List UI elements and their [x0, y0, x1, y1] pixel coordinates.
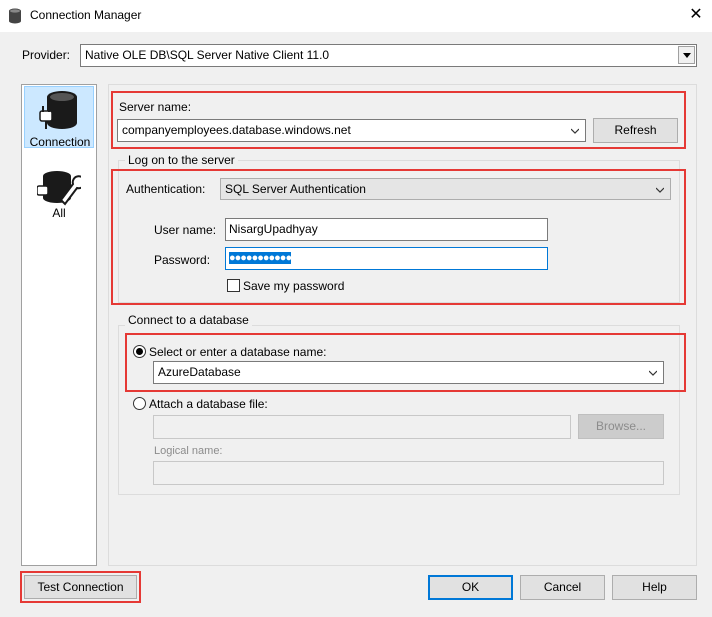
help-button[interactable]: Help: [612, 575, 697, 600]
nav-item-label: Connection: [29, 135, 91, 149]
provider-dropdown[interactable]: Native OLE DB\SQL Server Native Client 1…: [80, 44, 697, 67]
database-group-label: Connect to a database: [125, 313, 252, 327]
nav-item-connection[interactable]: Connection: [24, 86, 94, 149]
database-plug-icon: [39, 91, 77, 129]
select-database-label: Select or enter a database name:: [149, 345, 327, 359]
chevron-down-icon: [649, 370, 657, 376]
nav-item-label: All: [52, 206, 66, 220]
user-name-input[interactable]: NisargUpadhyay: [225, 218, 548, 241]
test-connection-button[interactable]: Test Connection: [24, 575, 137, 599]
database-icon: [9, 8, 21, 24]
user-name-label: User name:: [154, 223, 217, 237]
window-title: Connection Manager: [30, 8, 142, 22]
select-database-radio[interactable]: [133, 345, 146, 358]
browse-button[interactable]: Browse...: [578, 414, 664, 439]
attach-file-input[interactable]: [153, 415, 571, 439]
authentication-value: SQL Server Authentication: [225, 182, 366, 196]
database-name-value: AzureDatabase: [158, 365, 241, 379]
server-name-value: companyemployees.database.windows.net: [122, 123, 351, 137]
save-password-checkbox[interactable]: [227, 279, 240, 292]
nav-item-all[interactable]: All: [24, 170, 94, 222]
provider-value: Native OLE DB\SQL Server Native Client 1…: [85, 48, 330, 62]
password-label: Password:: [154, 253, 211, 267]
chevron-down-icon: [571, 128, 579, 134]
server-name-label: Server name:: [119, 100, 192, 114]
chevron-down-icon: [656, 187, 664, 193]
cancel-button[interactable]: Cancel: [520, 575, 605, 600]
database-name-combobox[interactable]: AzureDatabase: [153, 361, 664, 384]
provider-dropdown-button[interactable]: [678, 46, 695, 64]
authentication-label: Authentication:: [126, 182, 206, 196]
attach-database-label: Attach a database file:: [149, 397, 268, 411]
nav-panel: [21, 84, 97, 566]
refresh-button[interactable]: Refresh: [593, 118, 678, 143]
attach-database-radio[interactable]: [133, 397, 146, 410]
logical-name-input[interactable]: [153, 461, 664, 485]
server-name-combobox[interactable]: companyemployees.database.windows.net: [117, 119, 586, 142]
database-wrench-icon: [37, 171, 81, 206]
password-value: ●●●●●●●●●●●: [229, 252, 292, 264]
provider-label: Provider:: [22, 48, 71, 62]
save-password-label: Save my password: [243, 279, 345, 293]
password-input[interactable]: ●●●●●●●●●●●: [225, 247, 548, 270]
ok-button[interactable]: OK: [428, 575, 513, 600]
triangle-down-icon: [683, 53, 691, 58]
authentication-dropdown[interactable]: SQL Server Authentication: [220, 178, 671, 200]
close-icon[interactable]: ✕: [684, 4, 708, 26]
logon-group-label: Log on to the server: [125, 153, 238, 167]
logical-name-label: Logical name:: [154, 445, 223, 457]
